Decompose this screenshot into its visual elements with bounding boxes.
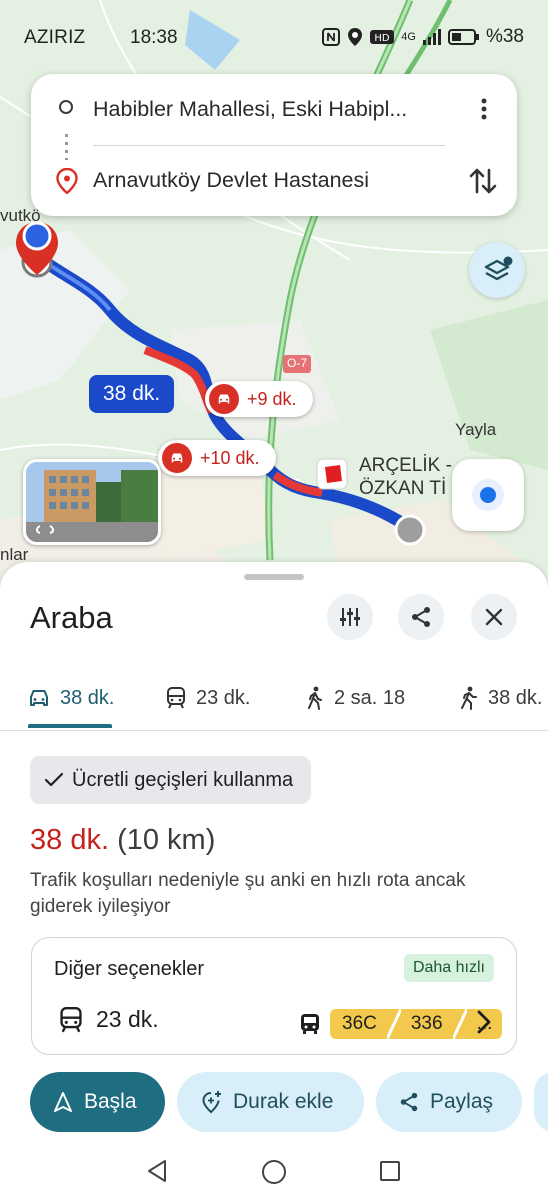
- place-label-arcelik: ARÇELİK -: [359, 455, 452, 476]
- other-options-card[interactable]: Diğer seçenekler Daha hızlı 23 dk. 36C 3…: [31, 937, 517, 1055]
- carrier-label: AZIRIZ: [24, 27, 86, 48]
- start-button-label: Başla: [84, 1090, 137, 1113]
- tune-icon: [340, 608, 360, 626]
- traffic-delay-label: +9 dk.: [247, 388, 297, 409]
- origin-circle-icon: [59, 100, 73, 114]
- check-icon: [44, 772, 64, 787]
- battery-percent: %38: [485, 26, 524, 47]
- active-tab-indicator: [28, 724, 112, 728]
- status-icons: HD 4G %38: [321, 26, 524, 48]
- destination-field[interactable]: Arnavutköy Devlet Hastanesi: [31, 146, 517, 216]
- my-location-button[interactable]: [452, 459, 524, 531]
- more-options-icon[interactable]: [469, 94, 499, 124]
- route-duration: 38 dk.: [30, 824, 109, 856]
- my-location-icon: [472, 479, 504, 511]
- share-button[interactable]: Paylaş: [376, 1072, 522, 1132]
- transit-icon: [60, 1006, 82, 1032]
- line-separator: [452, 1009, 467, 1039]
- recents-icon[interactable]: [379, 1160, 401, 1182]
- hd-icon: HD: [370, 30, 395, 44]
- faster-badge: Daha hızlı: [403, 954, 494, 982]
- location-icon: [348, 28, 363, 46]
- tab-transit-label: 23 dk.: [196, 686, 251, 709]
- ride-icon: [461, 686, 477, 710]
- navigation-arrow-icon: [54, 1092, 72, 1112]
- home-icon[interactable]: [261, 1159, 287, 1185]
- other-options-title: Diğer seçenekler: [54, 958, 205, 980]
- share-icon: [412, 607, 430, 627]
- traffic-delay-chip-1[interactable]: +9 dk.: [205, 381, 313, 417]
- mode-title: Araba: [30, 600, 113, 635]
- route-description: Trafik koşulları nedeniyle şu anki en hı…: [30, 870, 466, 917]
- directions-search-card: Habibler Mahallesi, Eski Habipl... Arnav…: [31, 74, 517, 216]
- travel-mode-tabs: 38 dk. 23 dk. 2 sa. 18 38 dk.: [0, 666, 548, 731]
- traffic-delay-label: +10 dk.: [200, 447, 260, 468]
- route-summary: 38 dk. (10 km): [30, 824, 215, 857]
- tab-walking[interactable]: 2 sa. 18: [306, 666, 405, 730]
- start-button[interactable]: Başla: [30, 1072, 165, 1132]
- route-distance: (10 km): [117, 824, 216, 856]
- origin-field[interactable]: Habibler Mahallesi, Eski Habipl...: [31, 74, 517, 146]
- nfc-icon: [322, 28, 341, 46]
- transit-icon: [167, 687, 185, 709]
- tab-ride[interactable]: 38 dk.: [458, 666, 542, 730]
- signal-icon: [422, 29, 441, 45]
- swap-icon[interactable]: [467, 164, 499, 198]
- directions-bottom-sheet: Araba 38 dk. 23 dk. 2 sa. 18 38 dk. Ücre…: [0, 562, 548, 1200]
- road-label: O-7: [287, 356, 308, 370]
- network-type: 4G: [401, 31, 416, 43]
- bus-line-chip: 36C: [330, 1009, 387, 1039]
- svg-text:HD: HD: [375, 33, 391, 44]
- walk-icon: [308, 686, 322, 710]
- destination-pin-icon: [56, 168, 78, 194]
- line-separator: [386, 1009, 401, 1039]
- more-actions-button[interactable]: [534, 1072, 548, 1132]
- clock: 18:38: [130, 27, 178, 48]
- avoid-tolls-chip[interactable]: Ücretli geçişleri kullanma: [30, 756, 312, 804]
- status-bar: AZIRIZ 18:38 HD 4G %38: [0, 0, 548, 76]
- drag-handle[interactable]: [244, 574, 304, 580]
- tab-driving[interactable]: 38 dk.: [28, 666, 114, 730]
- route-options-button[interactable]: [327, 594, 373, 640]
- layers-button[interactable]: [469, 242, 525, 298]
- avoid-tolls-label: Ücretli geçişleri kullanma: [72, 768, 294, 791]
- add-stop-label: Durak ekle: [233, 1090, 334, 1113]
- close-icon: [485, 608, 503, 626]
- share-route-button[interactable]: [398, 594, 444, 640]
- back-icon[interactable]: [146, 1159, 168, 1183]
- bus-icon: [301, 1014, 319, 1034]
- share-icon: [400, 1092, 418, 1112]
- tab-driving-label: 38 dk.: [60, 686, 115, 709]
- tab-ride-label: 38 dk.: [488, 686, 543, 709]
- car-icon: [30, 690, 48, 706]
- close-button[interactable]: [471, 594, 517, 640]
- layers-icon: [484, 256, 513, 281]
- action-buttons: Başla Durak ekle Paylaş: [0, 1072, 548, 1134]
- place-label-ozkan: ÖZKAN Tİ: [359, 478, 447, 499]
- traffic-car-icon: [209, 384, 239, 414]
- transit-option: 23 dk.: [58, 1006, 159, 1033]
- traffic-car-icon: [162, 443, 192, 473]
- place-label-yayla: Yayla: [455, 420, 497, 439]
- origin-text: Habibler Mahallesi, Eski Habipl...: [93, 97, 408, 121]
- battery-icon: [447, 29, 479, 45]
- share-label: Paylaş: [430, 1090, 494, 1113]
- chevron-right-icon: [477, 1010, 491, 1034]
- street-view-thumbnail[interactable]: [23, 459, 161, 545]
- destination-text: Arnavutköy Devlet Hastanesi: [93, 168, 370, 192]
- bus-line-chip: 336: [400, 1009, 453, 1039]
- transit-option-time: 23 dk.: [96, 1006, 159, 1032]
- tab-walking-label: 2 sa. 18: [334, 686, 406, 709]
- tab-transit[interactable]: 23 dk.: [166, 666, 250, 730]
- add-stop-icon: [202, 1091, 221, 1114]
- system-navigation-bar: [0, 1140, 548, 1200]
- route-time-chip[interactable]: 38 dk.: [89, 375, 175, 413]
- traffic-delay-chip-2[interactable]: +10 dk.: [158, 440, 276, 476]
- add-stop-button[interactable]: Durak ekle: [177, 1072, 364, 1132]
